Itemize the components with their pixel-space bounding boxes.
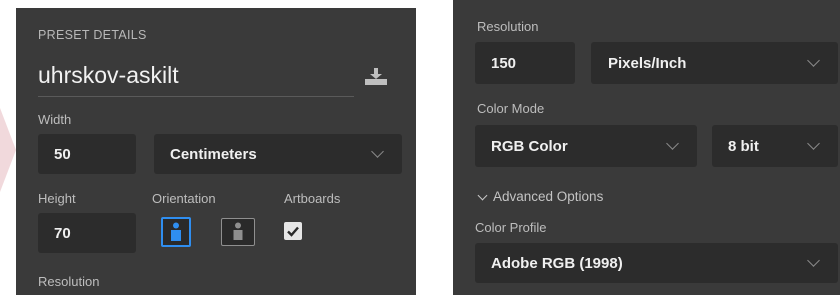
chevron-down-icon — [807, 54, 820, 67]
resolution-label: Resolution — [477, 19, 539, 34]
width-input[interactable]: 50 — [38, 134, 136, 174]
portrait-orientation-button[interactable] — [161, 217, 191, 247]
resolution-value: 150 — [491, 54, 517, 72]
chevron-down-icon — [807, 137, 820, 150]
width-unit-select[interactable]: Centimeters — [154, 134, 402, 174]
resolution-unit-value: Pixels/Inch — [608, 54, 687, 72]
preset-details-panel: PRESET DETAILS uhrskov-askilt Width 50 C… — [16, 8, 416, 295]
preset-name-field[interactable]: uhrskov-askilt — [38, 62, 179, 89]
background-decoration — [0, 108, 16, 192]
color-mode-value: RGB Color — [491, 137, 568, 155]
portrait-orientation-icon — [171, 222, 181, 241]
bit-depth-value: 8 bit — [728, 137, 759, 155]
landscape-orientation-icon — [233, 222, 243, 240]
color-mode-select[interactable]: RGB Color — [475, 125, 697, 167]
width-label: Width — [38, 112, 72, 127]
color-profile-value: Adobe RGB (1998) — [491, 254, 623, 272]
chevron-down-icon — [807, 254, 820, 267]
height-value: 70 — [54, 224, 71, 242]
chevron-down-icon — [371, 145, 384, 158]
resolution-color-panel: Resolution 150 Pixels/Inch Color Mode RG… — [453, 0, 840, 295]
artboards-checkbox[interactable] — [284, 222, 302, 240]
save-preset-icon[interactable] — [365, 67, 387, 85]
resolution-label-left: Resolution — [38, 274, 100, 289]
color-profile-select[interactable]: Adobe RGB (1998) — [475, 243, 838, 283]
orientation-label: Orientation — [152, 191, 216, 206]
resolution-unit-select[interactable]: Pixels/Inch — [591, 42, 838, 84]
advanced-options-toggle[interactable]: Advanced Options — [493, 189, 603, 204]
width-value: 50 — [54, 145, 71, 163]
width-unit-value: Centimeters — [170, 145, 257, 163]
advanced-options-chevron-icon[interactable] — [477, 190, 488, 201]
resolution-input[interactable]: 150 — [475, 42, 575, 84]
color-profile-label: Color Profile — [475, 220, 547, 235]
preset-name-underline — [38, 96, 354, 97]
chevron-down-icon — [666, 137, 679, 150]
artboards-label: Artboards — [284, 191, 341, 206]
height-label: Height — [38, 191, 76, 206]
color-mode-label: Color Mode — [477, 101, 545, 116]
bit-depth-select[interactable]: 8 bit — [712, 125, 838, 167]
landscape-orientation-button[interactable] — [221, 218, 255, 246]
height-input[interactable]: 70 — [38, 213, 136, 253]
checkmark-icon — [287, 226, 299, 237]
preset-details-title: PRESET DETAILS — [38, 28, 147, 42]
